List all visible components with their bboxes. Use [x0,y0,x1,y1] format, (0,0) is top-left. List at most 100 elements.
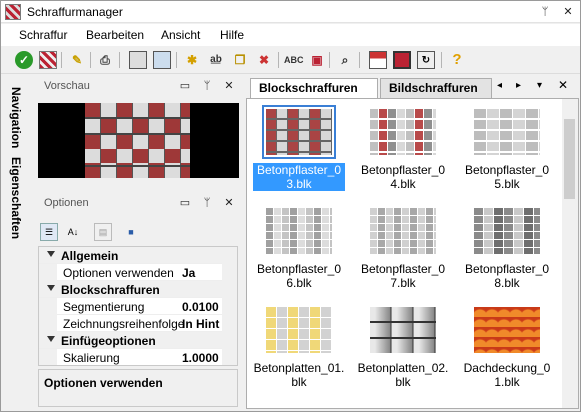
hatch-thumbnail [370,307,436,353]
tab-close-icon[interactable]: ✕ [558,78,568,92]
tab-scroll-right-icon[interactable]: ▸ [516,80,521,91]
property-category[interactable]: Einfügeoptionen [39,332,223,349]
hatch-icon[interactable] [39,51,57,69]
hatch-thumbnail [474,109,540,155]
property-name: Allgemein [61,249,119,263]
property-name: Einfügeoptionen [61,334,156,348]
row-gutter [39,298,57,315]
tab-navigation[interactable]: Navigation [9,87,23,148]
hatch-item[interactable]: Betonpflaster_07.blk [357,204,449,294]
panel-icon-2[interactable] [393,51,411,69]
title-bar: Schraffurmanager ᛘ ✕ [1,1,580,23]
hatch-thumbnail [370,208,436,254]
options-toolbar: ☰ A↓ ▤ ■ [38,220,238,244]
options-panel-title: Optionen [44,197,89,209]
preview-panel-header: Vorschau ▭ ᛘ ✕ [38,77,238,97]
menu-schraffur[interactable]: Schraffur [19,28,67,42]
property-name: Zeichnungsreihenfolge [63,317,185,331]
delete-folder-icon[interactable]: ✖ [255,51,273,69]
confirm-icon[interactable]: ✓ [15,51,33,69]
property-row[interactable]: Zeichnungsreihenfolge In Hint [39,315,223,332]
menu-ansicht[interactable]: Ansicht [161,28,200,42]
property-value[interactable]: In Hint [182,317,222,331]
tab-eigenschaften[interactable]: Eigenschaften [9,157,23,239]
edit-pencil-icon[interactable]: ✎ [68,51,86,69]
search-icon[interactable]: ⌕ [336,51,354,69]
tab-list-icon[interactable]: ▾ [537,80,542,91]
hatch-preview [38,103,239,178]
property-row[interactable]: Segmentierung 0.0100 [39,298,223,315]
property-pages-icon[interactable]: ▤ [94,223,112,241]
hatch-tabs: Blockschraffuren Bildschraffuren ◂ ▸ ▾ ✕ [246,75,579,100]
property-value[interactable]: 1.0000 [182,351,222,365]
view-icon-2[interactable] [153,51,171,69]
property-row[interactable]: Skalierung 1.0000 [39,349,223,365]
panel-icon-1[interactable] [369,51,387,69]
hatch-item[interactable]: Betonpflaster_05.blk [461,105,553,195]
print-icon[interactable]: ⎙ [96,51,114,69]
view-icon-1[interactable] [129,51,147,69]
toolbar: ✓ ✎ ⎙ ✱ a͟b ❐ ✖ ABC ▣ ⌕ ↻ ? [1,46,580,74]
property-row[interactable]: Optionen verwenden Ja [39,264,223,281]
options-panel-header: Optionen ▭ ᛘ ✕ [38,194,238,214]
property-category[interactable]: Blockschraffuren [39,281,223,298]
collapse-icon[interactable] [47,336,55,342]
hatch-gallery: Betonpflaster_03.blk Betonpflaster_04.blk… [246,98,579,409]
menu-hilfe[interactable]: Hilfe [220,28,244,42]
preview-panel-title: Vorschau [44,80,90,92]
close-icon[interactable]: ✕ [222,79,236,93]
hatch-item-label: Betonpflaster_04.blk [360,163,446,191]
convert-icon[interactable]: ▣ [308,51,326,69]
tab-bildschraffuren[interactable]: Bildschraffuren [380,78,492,99]
pin-icon[interactable]: ᛘ [537,4,553,20]
pin-icon[interactable]: ᛘ [200,79,214,93]
menu-bearbeiten[interactable]: Bearbeiten [86,28,144,42]
pin-icon[interactable]: ᛘ [200,196,214,210]
close-icon[interactable]: ✕ [222,196,236,210]
categorized-icon[interactable]: ☰ [40,223,58,241]
hatch-item[interactable]: Betonpflaster_04.blk [357,105,449,195]
hatch-item[interactable]: Betonplatten_02.blk [357,303,449,393]
collapse-icon[interactable] [47,285,55,291]
hatch-thumbnail [266,109,332,155]
new-folder-icon[interactable]: ✱ [183,51,201,69]
spellcheck-icon[interactable]: ABC [284,51,304,69]
copy-icon[interactable]: ❐ [231,51,249,69]
hatch-item[interactable]: Betonplatten_01.blk [253,303,345,393]
property-category[interactable]: Allgemein [39,247,223,264]
tab-blockschraffuren[interactable]: Blockschraffuren [250,78,378,100]
restore-icon[interactable]: ▭ [178,196,192,210]
refresh-icon[interactable]: ↻ [417,51,435,69]
hatch-item-label: Betonplatten_01.blk [253,361,345,389]
gallery-scroll-thumb[interactable] [564,119,575,199]
hatch-manager-window: Schraffurmanager ᛘ ✕ Schraffur Bearbeite… [0,0,581,412]
hatch-item[interactable]: Betonpflaster_06.blk [253,204,345,294]
property-value[interactable]: Ja [182,266,222,280]
collapse-icon[interactable] [47,251,55,257]
hatch-thumbnail [370,109,436,155]
property-grid-scrollbar[interactable] [222,247,237,365]
row-gutter [39,264,57,281]
hatch-item-label: Betonpflaster_06.blk [256,262,342,290]
hatch-item-label: Betonpflaster_07.blk [360,262,446,290]
rename-icon[interactable]: a͟b [207,51,225,69]
menu-bar: Schraffur Bearbeiten Ansicht Hilfe [1,24,580,46]
property-name: Optionen verwenden [63,266,174,280]
row-gutter [39,349,57,365]
hatch-thumbnail [474,307,540,353]
sort-az-icon[interactable]: A↓ [64,223,82,241]
save-icon[interactable]: ■ [122,223,140,241]
restore-icon[interactable]: ▭ [178,79,192,93]
tab-scroll-left-icon[interactable]: ◂ [497,80,502,91]
hatch-item[interactable]: Betonpflaster_08.blk [461,204,553,294]
close-icon[interactable]: ✕ [560,4,576,20]
hatch-item[interactable]: Betonpflaster_03.blk [253,105,345,195]
hatch-thumbnail [474,208,540,254]
hatch-item[interactable]: Dachdeckung_01.blk [461,303,553,393]
property-value[interactable]: 0.0100 [182,300,222,314]
gallery-scrollbar[interactable] [562,99,578,408]
help-icon[interactable]: ? [448,51,466,69]
hatch-item-label: Betonplatten_02.blk [357,361,449,389]
window-title: Schraffurmanager [27,5,123,19]
property-name: Blockschraffuren [61,283,160,297]
